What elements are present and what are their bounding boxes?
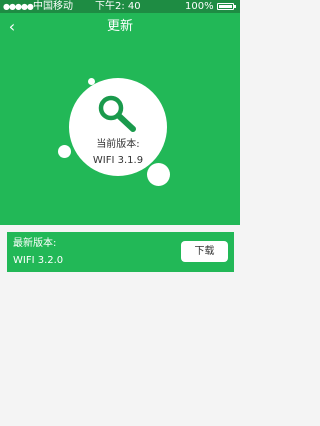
carrier-name: 中国移动 bbox=[33, 1, 73, 12]
battery-percentage: 100% bbox=[185, 1, 214, 12]
nav-bar: ‹ 更新 bbox=[0, 13, 240, 43]
latest-version-card: 最新版本: WIFI 3.2.0 下载 bbox=[7, 232, 234, 272]
page-title: 更新 bbox=[106, 19, 133, 34]
status-time: 下午2: 40 bbox=[95, 1, 141, 12]
signal-strength-icon: ●●●●● bbox=[3, 2, 34, 11]
current-version-label: 当前版本: bbox=[96, 139, 140, 150]
latest-version-value: WIFI 3.2.0 bbox=[13, 255, 64, 266]
latest-version-label: 最新版本: bbox=[13, 238, 57, 249]
current-version-value: WIFI 3.1.9 bbox=[92, 155, 144, 166]
battery-icon bbox=[217, 3, 236, 10]
status-bar: ●●●●● 中国移动 下午2: 40 100% bbox=[0, 0, 240, 13]
hero-panel: ‹ 更新 当前版本: WIFI 3.1.9 bbox=[0, 13, 240, 225]
download-button[interactable]: 下载 bbox=[181, 241, 228, 262]
